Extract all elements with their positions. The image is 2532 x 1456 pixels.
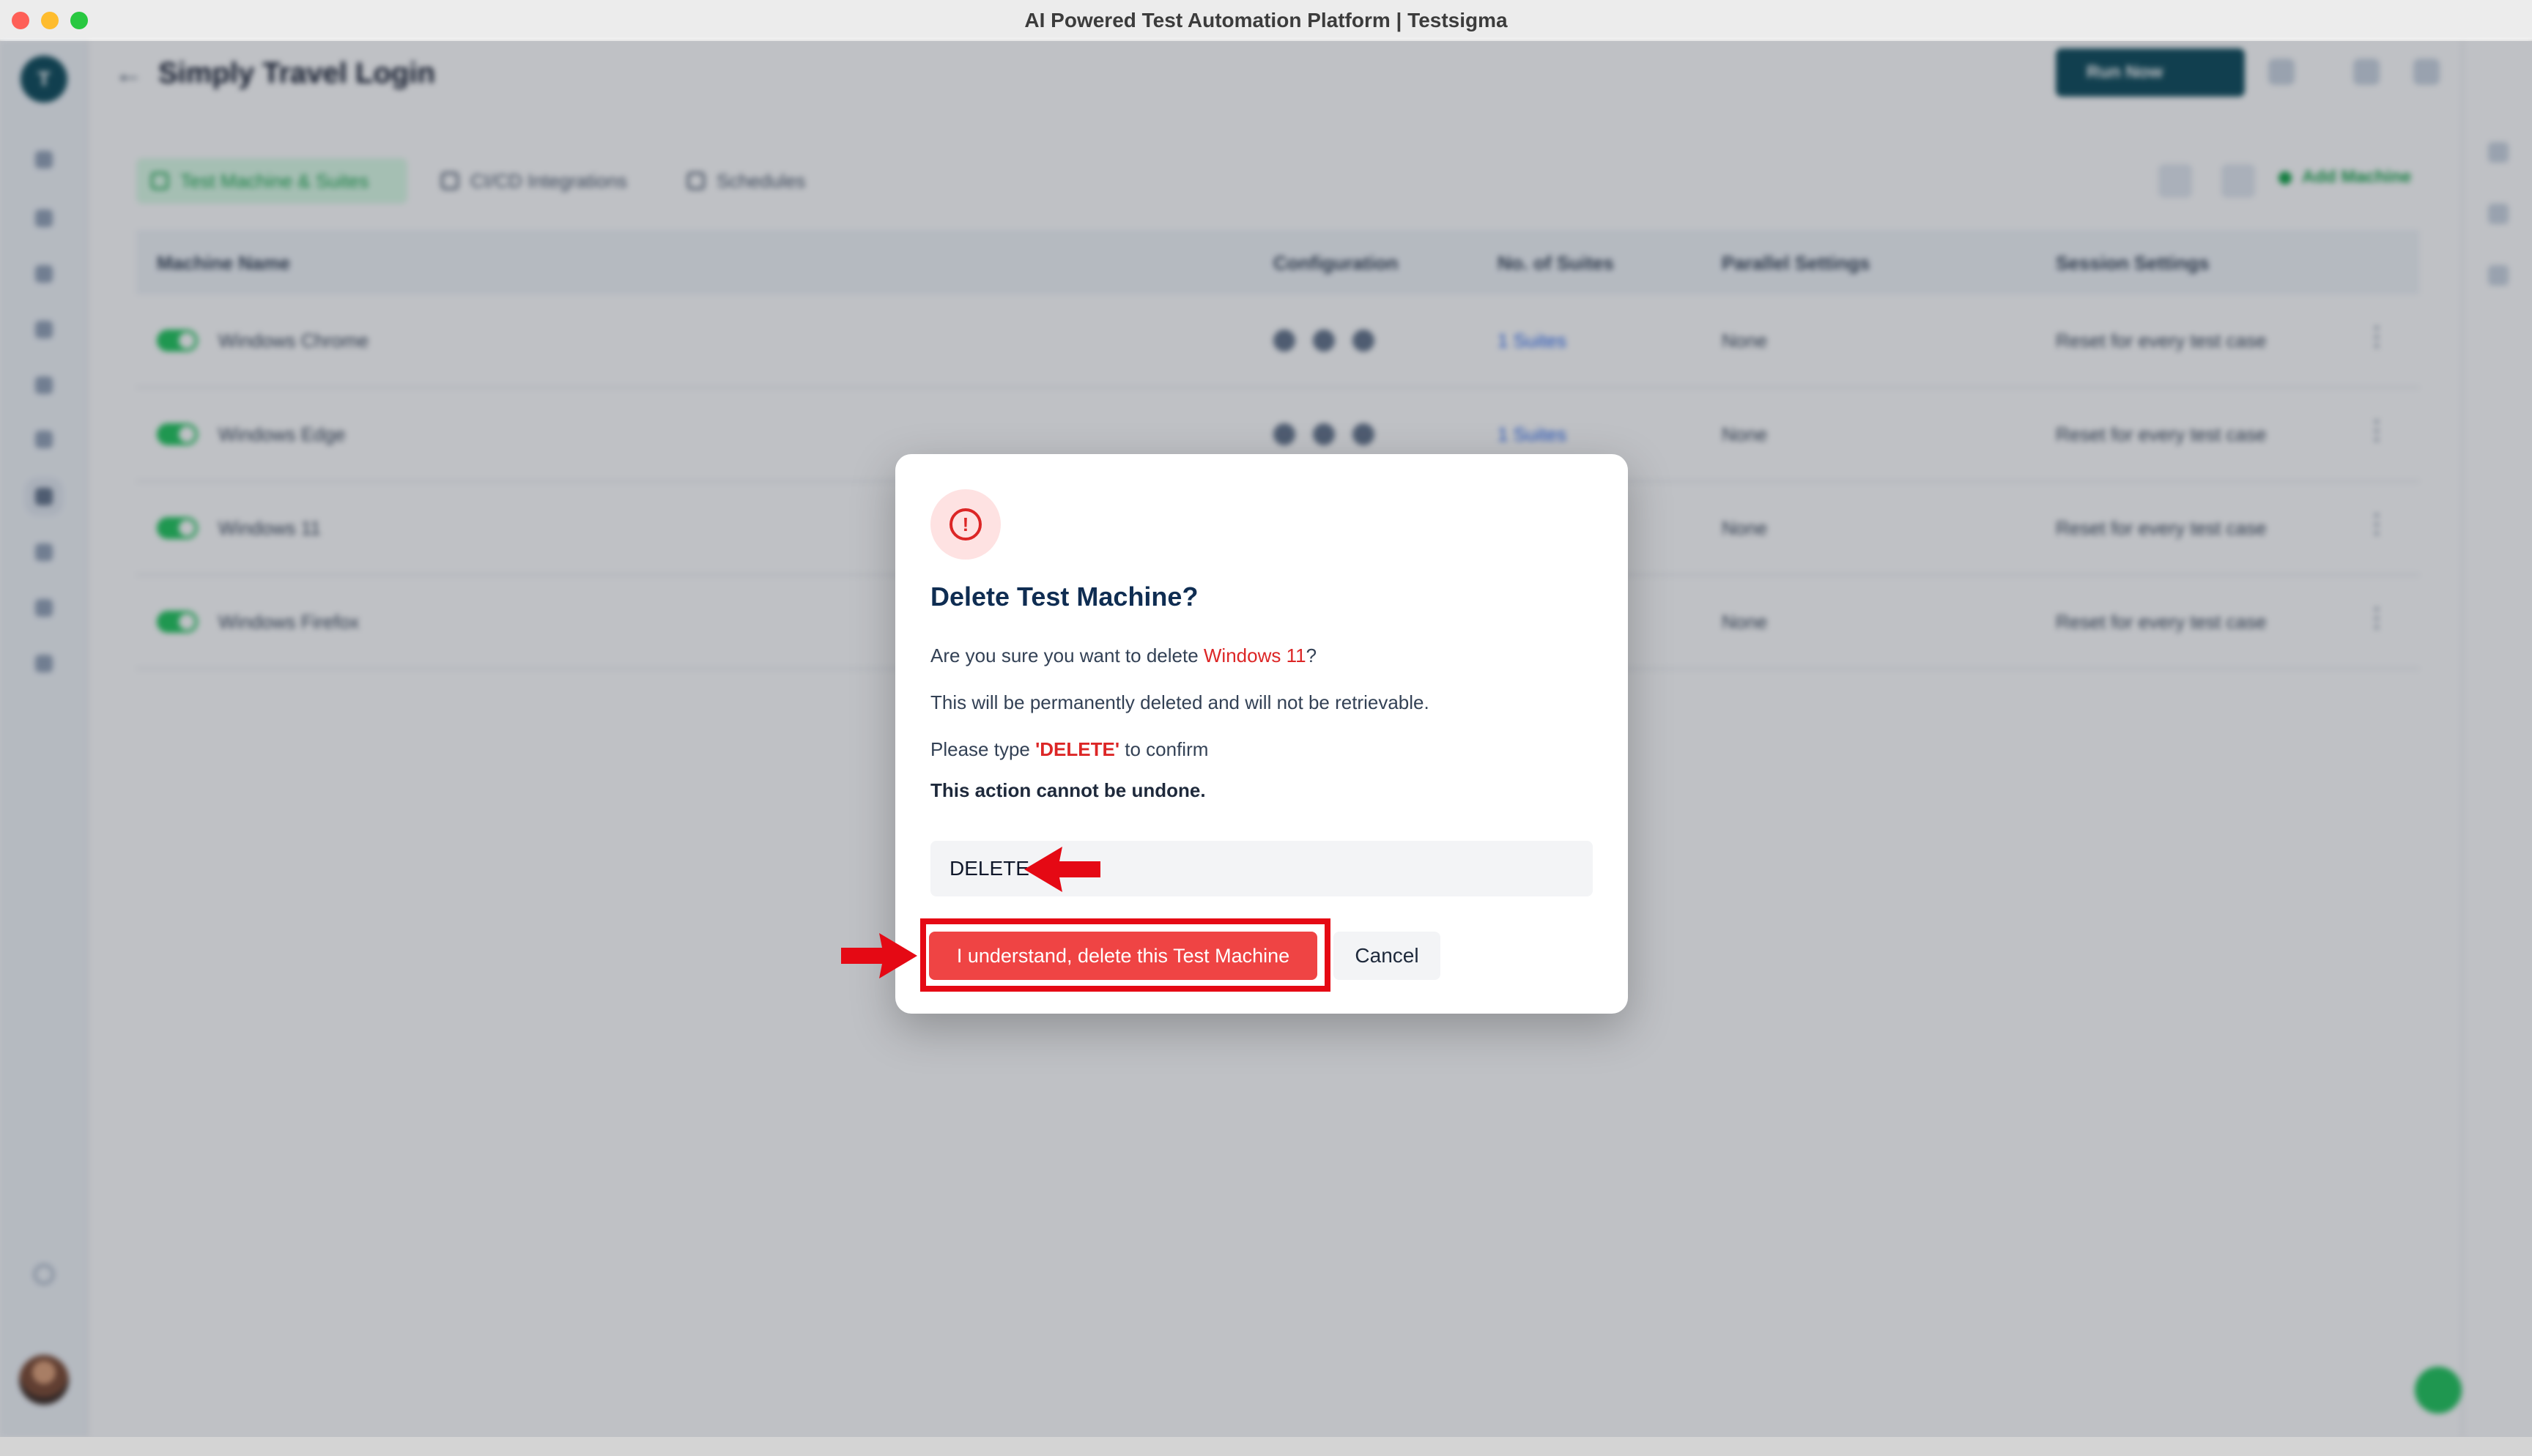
window-titlebar: AI Powered Test Automation Platform | Te… bbox=[0, 0, 2532, 41]
window-bottom-edge bbox=[0, 1437, 2532, 1456]
type-instruction: Please type 'DELETE' to confirm bbox=[930, 738, 1208, 761]
undone-warning: This action cannot be undone. bbox=[930, 779, 1206, 801]
type-suffix: to confirm bbox=[1119, 738, 1209, 760]
question-suffix: ? bbox=[1306, 645, 1317, 666]
type-prefix: Please type bbox=[930, 738, 1036, 760]
machine-name-highlight: Windows 11 bbox=[1203, 645, 1306, 666]
alert-circle-icon: ! bbox=[949, 508, 982, 541]
red-arrow-icon bbox=[1024, 847, 1100, 892]
annotation-highlight-box bbox=[920, 918, 1330, 992]
question-prefix: Are you sure you want to delete bbox=[930, 645, 1204, 666]
dialog-title: Delete Test Machine? bbox=[930, 582, 1199, 612]
permanent-note: This will be permanently deleted and wil… bbox=[930, 691, 1429, 713]
red-arrow-icon bbox=[841, 933, 917, 978]
warning-badge: ! bbox=[930, 489, 1001, 560]
delete-question: Are you sure you want to delete Windows … bbox=[930, 645, 1317, 667]
delete-keyword: 'DELETE' bbox=[1035, 738, 1120, 760]
window-title: AI Powered Test Automation Platform | Te… bbox=[1024, 9, 1508, 31]
cancel-button[interactable]: Cancel bbox=[1333, 932, 1440, 980]
